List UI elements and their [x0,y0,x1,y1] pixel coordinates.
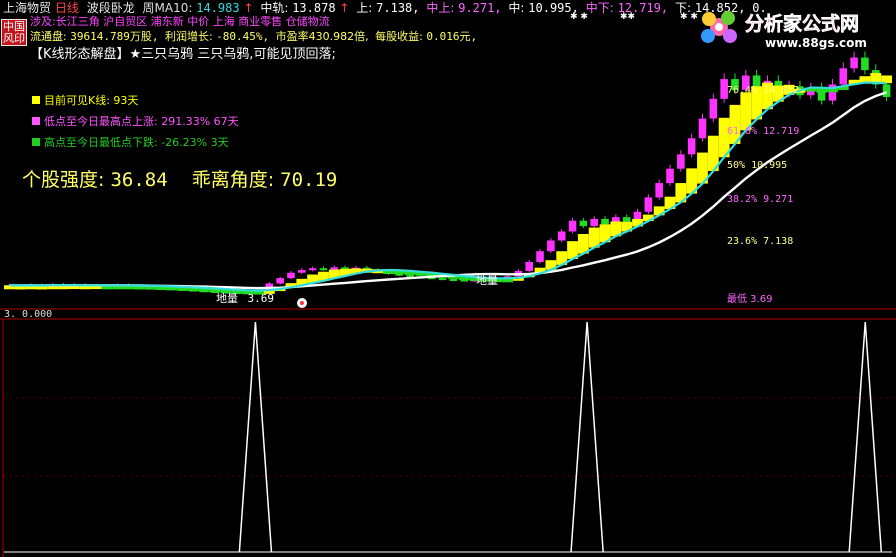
deviation-label: 乖离角度: [192,169,274,191]
legend-fall: 高点至今日最低点下跌: -26.23% 3天 [44,135,229,149]
concept-line: 涉及:长江三角 沪自贸区 浦东新 中价 上海 商业零售 仓储物流 [30,14,330,28]
candle-bullish [666,168,674,184]
candle-bullish [536,251,544,262]
legend-rise: 低点至今日最高点上涨: 291.33% 67天 [44,114,239,128]
legend-swatch-green [32,138,40,146]
candle-bullish [287,272,295,279]
deviation-value: 70.19 [280,169,337,191]
fib-level-382: 38.2% 9.271 [727,194,793,205]
candle-bullish [308,268,317,271]
stats-legend: 目前可见K线: 93天 低点至今日最高点上涨: 291.33% 67天 高点至今… [32,93,239,149]
legend-swatch-magenta [32,117,40,125]
header-middown-label: 中下: [586,0,614,15]
candle-bullish [677,154,685,169]
candle-bullish [709,98,718,119]
svg-text:✱ ✱: ✱ ✱ [680,12,698,22]
candle-bearish [882,84,891,97]
eps-value: 0.016元, [426,30,477,43]
candle-bullish [298,270,306,273]
candle-bullish [525,261,534,271]
band-block [740,92,752,131]
header-midc-label: 中: [508,0,524,15]
svg-text:上海物贸 日线 波段卧龙 周MA10: 上海物贸 日线 波段卧龙 周MA10: 14.983 ↑ 中轨: 13.878 … [3,0,767,15]
candle-bullish [655,183,663,198]
header-mid-label: 中轨: [260,0,288,15]
header-weekma-value: 14.983 [196,1,239,15]
ground-marker-icon [297,298,307,308]
band-block [870,72,882,83]
fib-level-618: 61.8% 12.719 [727,126,799,137]
lower-spike-series [4,321,892,553]
candle-bullish [547,240,555,252]
header-stock: 上海物贸 [3,0,51,15]
candle-bearish [601,218,609,225]
float-value: 39614.789万股, [70,30,158,43]
lower-panel-label: 3. 0.000 [4,309,52,320]
fib-level-low: 最低 3.69 [727,292,772,305]
header-weekma-label: 周MA10: [143,1,193,15]
candle-bullish [557,231,566,241]
logo-title: 分析家公式网 [745,12,859,35]
ground-low-value: 3.69 [248,292,275,305]
candle-bearish [861,57,869,71]
candle-bullish [698,118,707,139]
legend-swatch-yellow [32,96,40,104]
candle-bearish [406,274,414,277]
candle-bearish [319,268,328,271]
candle-bullish [644,197,653,212]
stamp-line-2: 风印 [3,32,25,45]
candle-bullish [568,220,577,232]
signal-spike [238,321,273,553]
fib-level-50: 50% 10.995 [727,160,787,171]
logo-url: www.88gs.com [765,36,867,50]
strength-label: 个股强度: [22,169,104,191]
legend-visible-bars: 目前可见K线: 93天 [44,93,138,107]
candle-bullish [839,68,848,85]
china-seal-stamp: 中国 风印 [1,19,27,46]
candle-bullish [276,278,284,284]
candle-bullish [850,57,858,69]
candle-bearish [579,220,588,227]
header-period: 日线 [55,1,79,15]
float-label: 流通盘: [30,29,67,43]
flower-logo-icon [701,11,737,43]
chart-canvas: 上海物贸 日线 波段卧龙 周MA10: 14.983 ↑ 中轨: 13.878 … [0,0,896,557]
fib-level-236: 23.6% 7.138 [727,236,793,247]
header-midup-label: 中上: [426,0,454,15]
header-up-label: 上: [356,1,372,15]
candle-bullish [330,267,339,270]
svg-text:✱✱: ✱✱ [620,12,635,22]
strength-value: 36.84 [110,169,167,191]
eps-label: 每股收益: [375,29,423,43]
signal-spike [570,321,604,553]
svg-text:流通盘: 39614.789万股, 利润增长: 流通盘: 39614.789万股, 利润增长: -80.45%, 市盈率430.… [30,29,477,43]
header-indicator: 波段卧龙 [87,0,135,15]
candle-bearish [438,278,447,281]
ground-volume-label-2: 地量 [476,274,498,287]
svg-text:个股强度: 36.84 乖离角度:: 个股强度: 36.84 乖离角度: 70.19 [22,169,337,191]
site-logo: 分析家公式网 www.88gs.com [701,11,867,50]
ground-volume-label-1: 地量 [216,292,238,305]
header-up-value: 7.138, [376,1,419,15]
svg-text:✱ ✱: ✱ ✱ [570,12,588,22]
candle-bearish [622,217,631,223]
candle-bullish [687,138,696,155]
header-midup-value: 9.271, [458,1,501,15]
profit-label: 利润增长: [165,29,213,43]
profit-value: -80.45%, [216,30,269,43]
signal-spike [848,321,883,553]
pe-label: 市盈率430.982倍, [276,29,369,43]
candle-bearish [449,279,458,281]
header-mid-value: 13.878 [292,1,335,15]
pattern-line: 【K线形态解盘】★三只乌鸦 三只乌鸦,可能见顶回落; [30,46,336,62]
fib-level-764: 76.4% 14.852 [727,85,799,96]
candle-bullish [590,218,598,227]
